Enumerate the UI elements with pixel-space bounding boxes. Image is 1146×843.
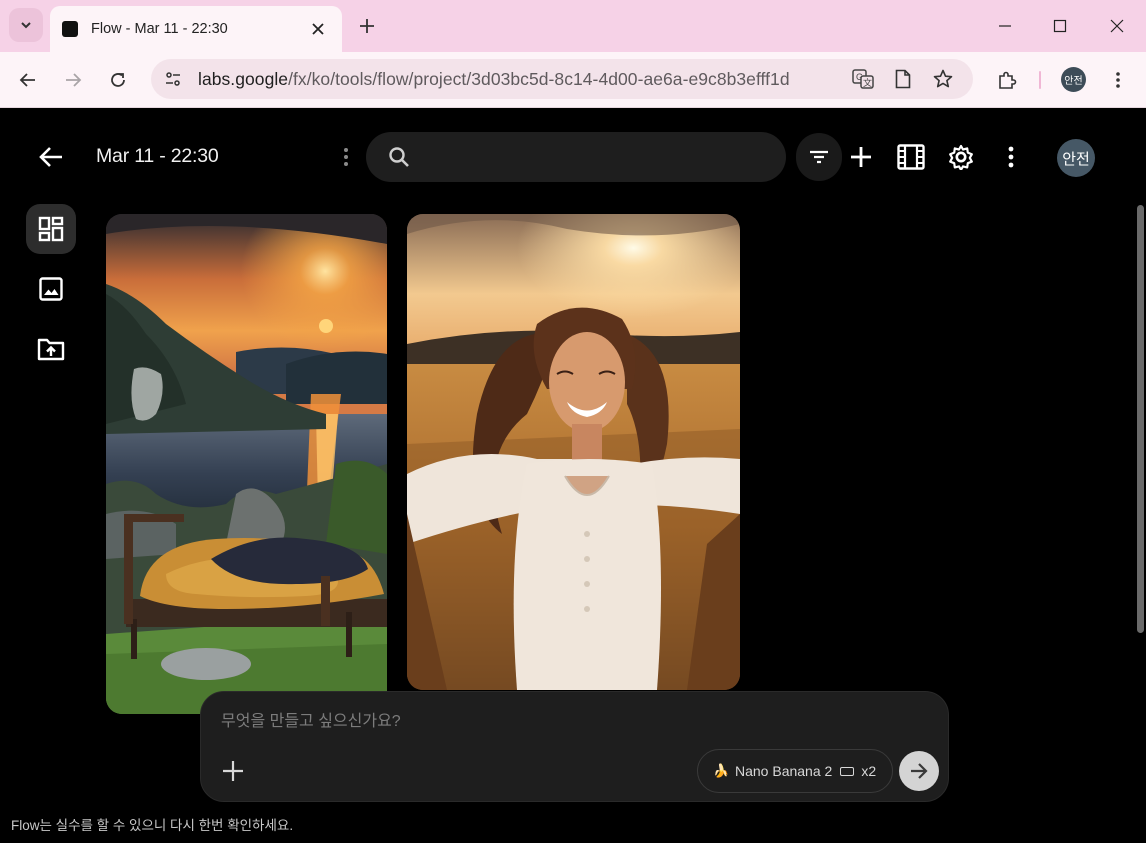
gear-icon [949,144,973,170]
scenebuilder-button[interactable] [896,142,926,172]
scrollbar[interactable] [1137,205,1144,633]
plus-icon [223,761,243,781]
project-title[interactable]: Mar 11 - 22:30 [96,145,219,168]
banana-icon: 🍌 [713,763,730,778]
back-to-projects-button[interactable] [36,142,66,172]
model-name: Nano Banana 2 [735,763,833,779]
bookmark-star-icon[interactable] [931,67,955,91]
browser-window: Flow - Mar 11 - 22:30 labs.google/fx/ko/… [0,0,1146,843]
tab-search-button[interactable] [9,8,43,42]
site-info-icon[interactable] [161,67,185,91]
close-icon [1110,19,1124,33]
document-icon[interactable] [891,67,915,91]
add-media-button[interactable] [219,757,247,785]
search-input[interactable] [422,132,772,182]
prompt-composer: 🍌 Nano Banana 2 x2 [200,691,949,802]
reload-button[interactable] [102,64,134,96]
more-vertical-icon [344,148,348,166]
arrow-left-icon [19,73,35,87]
new-tab-button[interactable] [354,13,380,39]
film-icon [897,144,925,170]
output-count: x2 [861,763,877,779]
translate-icon[interactable]: G文 [851,67,875,91]
more-vertical-icon [1008,146,1014,168]
filter-icon [810,150,828,164]
forward-button[interactable] [57,64,89,96]
browser-tab[interactable]: Flow - Mar 11 - 22:30 [50,6,342,52]
filter-button[interactable] [796,133,842,181]
project-menu-button[interactable] [334,143,358,171]
maximize-button[interactable] [1040,8,1080,44]
plus-icon [851,147,871,167]
woman-wheat-field-image [407,214,740,690]
folder-upload-icon [37,338,65,361]
chevron-down-icon [21,22,31,29]
tab-strip: Flow - Mar 11 - 22:30 [0,0,1146,52]
gallery-image-1[interactable] [106,214,387,714]
more-options-button[interactable] [996,142,1026,172]
back-button[interactable] [12,64,44,96]
tab-close-icon[interactable] [308,19,328,39]
model-selector[interactable]: 🍌 Nano Banana 2 x2 [697,749,893,793]
image-icon [39,277,63,301]
minimize-icon [999,25,1011,27]
prompt-input[interactable] [221,708,901,736]
settings-button[interactable] [946,142,976,172]
dashboard-grid-icon [38,216,64,242]
extensions-button[interactable] [991,64,1023,96]
sidebar-grid-view[interactable] [26,204,76,254]
arrow-left-icon [39,147,62,167]
profile-avatar[interactable]: 안전 [1061,67,1086,92]
toolbar-divider [1039,71,1041,89]
disclaimer-text: Flow는 실수를 할 수 있으니 다시 한번 확인하세요. [11,818,294,833]
maximize-icon [1053,19,1067,33]
sidebar-images[interactable] [26,264,76,314]
send-button[interactable] [899,751,939,791]
gallery-image-2[interactable] [407,214,740,690]
close-window-button[interactable] [1097,8,1137,44]
search-bar [366,132,786,182]
flow-favicon-icon [62,21,78,37]
search-icon [389,147,409,167]
landscape-sunset-lake-image [106,214,387,714]
url-domain: labs.google [198,69,289,89]
arrow-right-icon [911,763,928,779]
address-bar[interactable]: labs.google/fx/ko/tools/flow/project/3d0… [151,59,973,99]
browser-toolbar: labs.google/fx/ko/tools/flow/project/3d0… [0,52,1146,108]
more-vertical-icon [1116,72,1120,88]
arrow-right-icon [66,73,82,87]
url-text: labs.google/fx/ko/tools/flow/project/3d0… [198,69,790,90]
add-button[interactable] [846,142,876,172]
tab-title: Flow - Mar 11 - 22:30 [91,21,228,37]
reload-icon [111,73,125,87]
url-path: /fx/ko/tools/flow/project/3d03bc5d-8c14-… [288,69,790,89]
minimize-button[interactable] [985,8,1025,44]
aspect-ratio-icon [840,766,855,776]
plus-icon [360,19,374,33]
sidebar-upload[interactable] [26,324,76,374]
svg-text:文: 文 [863,77,872,89]
browser-menu-button[interactable] [1102,64,1134,96]
puzzle-icon [999,71,1017,89]
user-avatar[interactable]: 안전 [1057,139,1095,177]
flow-app: Mar 11 - 22:30 안전 무엇을 만들고 싶으신가요? 🍌 Nano … [0,109,1146,843]
